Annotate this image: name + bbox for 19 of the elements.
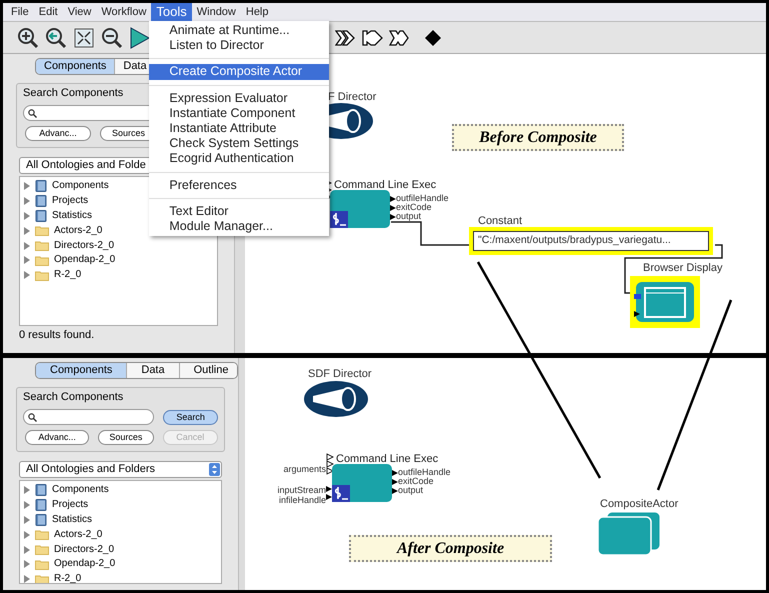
port-label: outfileHandle: [396, 193, 449, 203]
node-label: Command Line Exec: [336, 453, 438, 465]
node-label: F Director: [328, 91, 376, 103]
port-label: infileHandle: [278, 495, 326, 505]
node-label: Browser Display: [643, 262, 722, 274]
status-text: 0 results found.: [19, 328, 96, 342]
port-label: output: [396, 211, 422, 221]
port-label: inputStream: [277, 485, 326, 495]
group-title: Search Components: [23, 390, 124, 404]
node-label: Command Line Exec: [334, 179, 436, 191]
port-label: arguments: [283, 464, 326, 474]
port-label: outfileHandle: [398, 467, 451, 477]
constant-value: "C:/maxent/outputs/bradypus_variegatu...: [478, 233, 671, 248]
port-label: exitCode: [396, 202, 432, 212]
node-label: Constant: [478, 215, 522, 227]
port-label: output: [398, 485, 424, 495]
node-label: SDF Director: [308, 368, 372, 380]
node-label: CompositeActor: [600, 498, 678, 510]
port-label: exitCode: [398, 476, 434, 486]
